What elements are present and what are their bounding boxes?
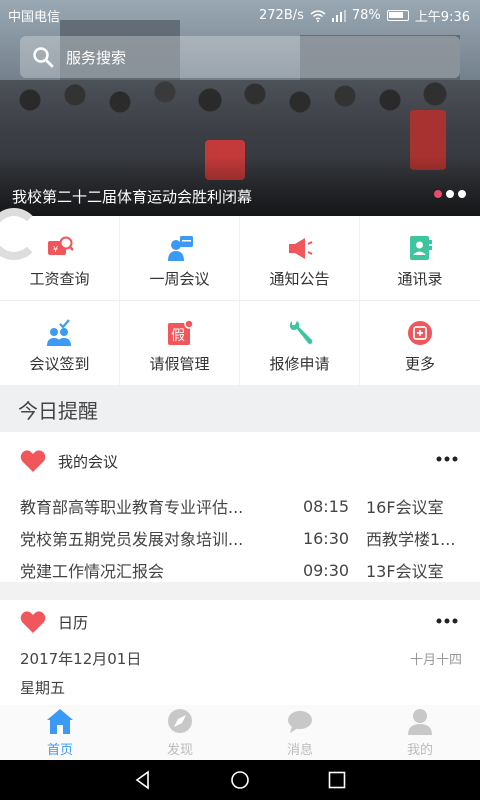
menu-label: 会议签到	[29, 355, 90, 373]
more-options-icon[interactable]	[436, 456, 458, 462]
heart-icon	[20, 450, 46, 472]
meeting-name: 党建工作情况汇报会	[20, 562, 165, 581]
menu-meeting-checkin[interactable]: 会议签到	[0, 301, 120, 386]
home-circle-icon[interactable]	[230, 770, 250, 790]
news-banner[interactable]: 中国电信 272B/s 78% 上午9:36 服务搜索 我校第二十二届体育运动会…	[0, 0, 480, 216]
meeting-row[interactable]: 党建工作情况汇报会 09:30 13F会议室	[0, 554, 480, 586]
today-reminder-title: 今日提醒	[0, 386, 480, 432]
leave-management-icon: 假	[167, 319, 194, 345]
card-title: 我的会议	[58, 452, 119, 471]
status-right: 272B/s 78% 上午9:36	[259, 6, 470, 25]
search-input[interactable]: 服务搜索	[20, 36, 460, 78]
calendar-date-row: 2017年12月01日 十月十四	[0, 644, 480, 672]
user-icon	[408, 709, 432, 735]
battery-icon	[386, 10, 409, 21]
service-grid: ¥ 工资查询 一周会议 通知公告 通讯录 会议签到 假 请假管理 报修申请 更多	[0, 216, 480, 386]
meeting-place: 16F会议室	[366, 498, 444, 517]
calendar-date: 2017年12月01日	[20, 649, 142, 668]
svg-text:¥: ¥	[53, 245, 58, 254]
status-bar: 中国电信 272B/s 78% 上午9:36	[0, 0, 480, 28]
menu-announcement[interactable]: 通知公告	[240, 216, 360, 301]
network-speed: 272B/s	[259, 8, 304, 23]
discover-icon	[168, 709, 192, 733]
meeting-time: 08:15	[302, 496, 350, 516]
clock: 上午9:36	[414, 10, 470, 25]
announcement-icon	[288, 238, 312, 259]
lunar-date: 十月十四	[409, 652, 462, 668]
search-icon	[33, 47, 54, 68]
svg-text:假: 假	[171, 328, 185, 344]
menu-label: 一周会议	[149, 270, 210, 288]
menu-label: 通知公告	[269, 270, 330, 288]
card-header: 我的会议	[0, 432, 480, 490]
menu-leave-management[interactable]: 假 请假管理	[120, 301, 240, 386]
repair-wrench-icon	[289, 321, 312, 344]
calendar-card[interactable]: 日历 2017年12月01日 十月十四 星期五	[0, 600, 480, 705]
meeting-row[interactable]: 教育部高等职业教育专业评估... 08:15 16F会议室	[0, 490, 480, 522]
search-placeholder: 服务搜索	[66, 48, 127, 67]
card-header: 日历	[0, 600, 480, 644]
tab-discover[interactable]: 发现	[120, 705, 240, 760]
carousel-dot	[446, 190, 454, 198]
meeting-time: 16:30	[302, 528, 350, 548]
menu-weekly-meeting[interactable]: 一周会议	[120, 216, 240, 301]
carousel-dots	[434, 190, 466, 198]
heart-icon	[20, 611, 46, 633]
tab-messages[interactable]: 消息	[240, 705, 360, 760]
tab-label: 首页	[46, 743, 73, 758]
menu-label: 工资查询	[29, 270, 90, 288]
message-bubble-icon	[288, 711, 312, 733]
banner-caption[interactable]: 我校第二十二届体育运动会胜利闭幕	[12, 186, 252, 207]
tab-profile[interactable]: 我的	[360, 705, 480, 760]
carousel-dot	[458, 190, 466, 198]
carousel-dot	[434, 190, 442, 198]
my-meetings-card[interactable]: 我的会议 教育部高等职业教育专业评估... 08:15 16F会议室 党校第五期…	[0, 432, 480, 582]
wifi-icon	[310, 9, 326, 22]
recents-square-icon[interactable]	[327, 770, 347, 790]
meeting-row[interactable]: 党校第五期党员发展对象培训... 16:30 西教学楼1...	[0, 522, 480, 554]
menu-contacts[interactable]: 通讯录	[360, 216, 480, 301]
more-options-icon[interactable]	[436, 618, 458, 624]
menu-repair-request[interactable]: 报修申请	[240, 301, 360, 386]
tab-label: 发现	[166, 743, 193, 758]
home-icon	[47, 709, 73, 734]
salary-search-icon: ¥	[47, 236, 74, 255]
battery-percent: 78%	[351, 8, 381, 23]
system-nav-bar	[0, 760, 480, 800]
menu-label: 报修申请	[269, 355, 330, 373]
meeting-name: 教育部高等职业教育专业评估...	[20, 498, 244, 517]
meeting-checkin-icon	[46, 319, 71, 346]
menu-more[interactable]: 更多	[360, 301, 480, 386]
meeting-place: 13F会议室	[366, 562, 444, 581]
bottom-tab-bar: 首页 发现 消息 我的	[0, 705, 480, 760]
carrier-label: 中国电信	[8, 10, 61, 25]
menu-label: 请假管理	[149, 355, 210, 373]
weekday-label: 星期五	[20, 678, 66, 697]
meeting-place: 西教学楼1...	[366, 530, 456, 549]
tab-label: 我的	[406, 743, 433, 758]
more-icon	[408, 321, 432, 345]
meeting-time: 09:30	[302, 560, 350, 580]
card-title: 日历	[58, 613, 89, 632]
contacts-icon	[410, 236, 432, 260]
weekly-meeting-icon	[167, 236, 193, 261]
menu-label: 更多	[404, 355, 435, 373]
meeting-name: 党校第五期党员发展对象培训...	[20, 530, 244, 549]
menu-label: 通讯录	[397, 270, 443, 288]
signal-icon	[331, 9, 346, 22]
tab-home[interactable]: 首页	[0, 705, 120, 760]
back-icon[interactable]	[133, 770, 153, 790]
tab-label: 消息	[286, 743, 313, 758]
